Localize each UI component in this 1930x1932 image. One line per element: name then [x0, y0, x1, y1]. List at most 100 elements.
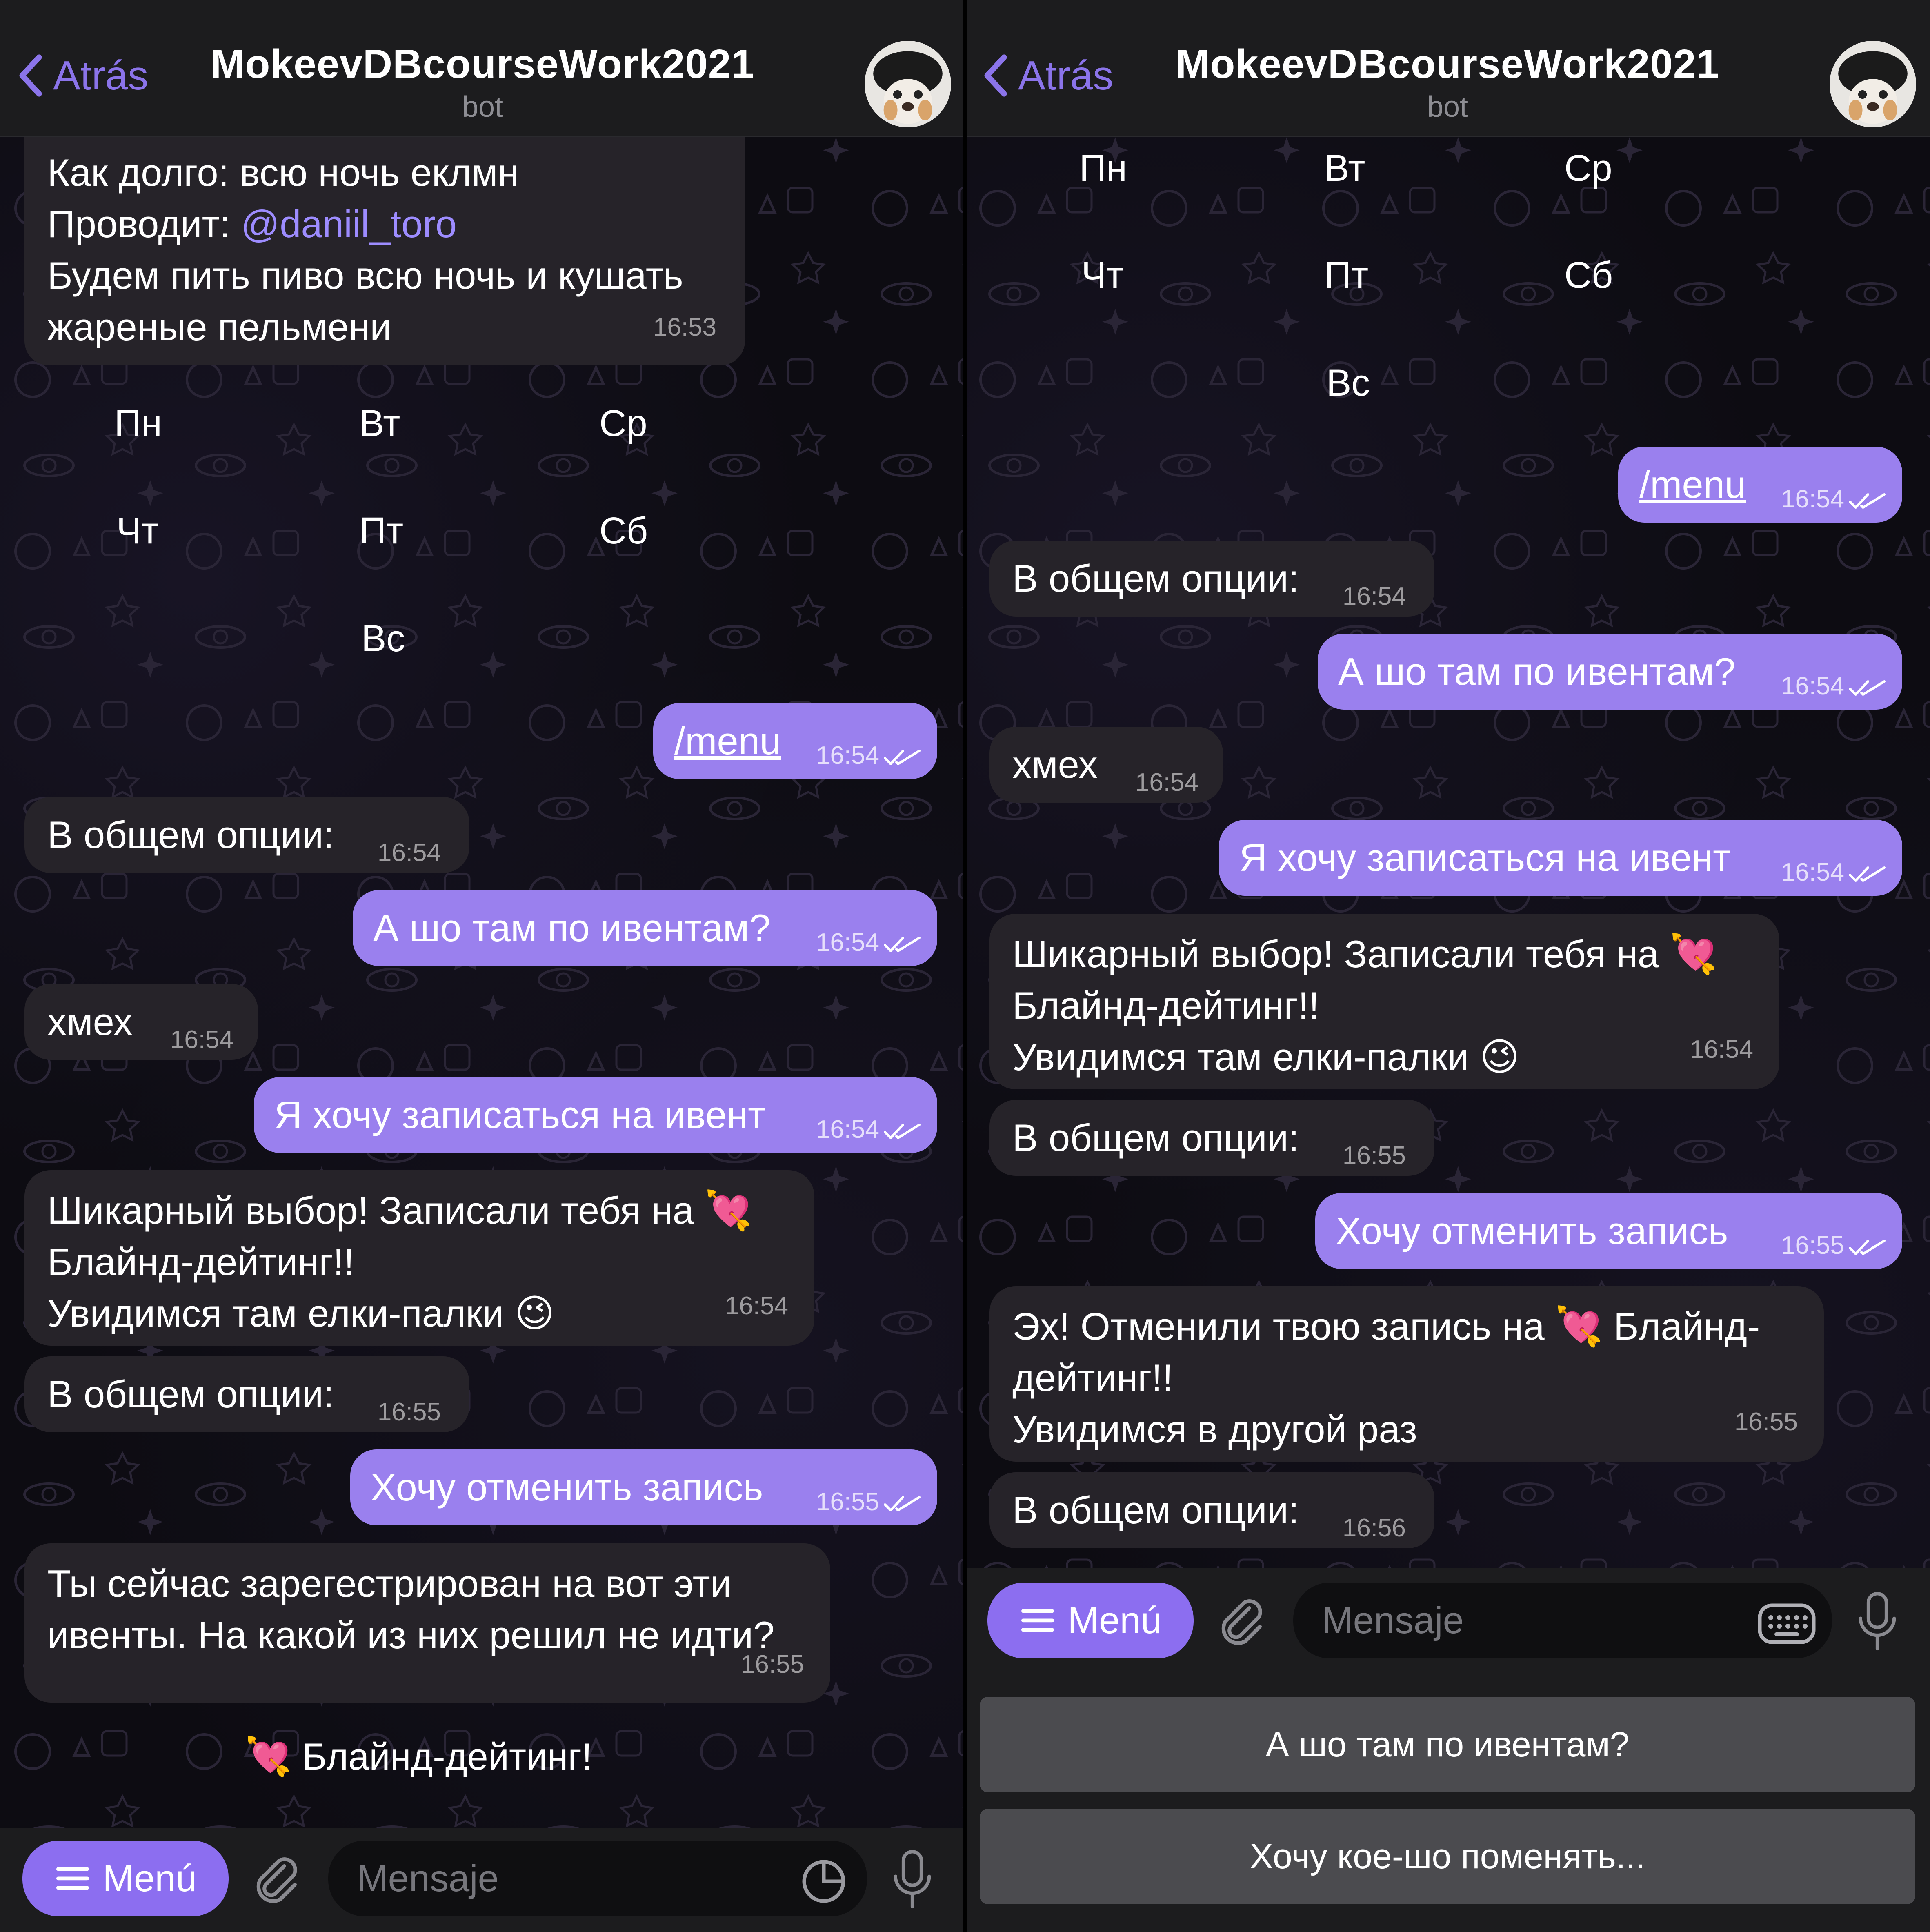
chat-title: MokeevDBcourseWork2021: [1176, 41, 1719, 87]
reply-keyboard: А шо там по ивентам? Хочу кое-шо поменят…: [965, 1674, 1930, 1932]
event-host-prefix: Проводит:: [47, 203, 241, 245]
message-input[interactable]: Mensaje: [328, 1841, 867, 1916]
bot-avatar[interactable]: [1830, 41, 1916, 127]
day-button-fri[interactable]: Пт: [1324, 254, 1368, 297]
double-check-icon: [1848, 1237, 1886, 1258]
message-outgoing[interactable]: Хочу отменить запись 16:55: [1315, 1193, 1902, 1269]
message-text: В общем опции:: [47, 1373, 334, 1416]
message-incoming[interactable]: В общем опции: 16:54: [989, 541, 1434, 617]
message-time: 16:55: [1781, 1231, 1844, 1260]
message-incoming[interactable]: В общем опции: 16:55: [989, 1100, 1434, 1176]
day-button-sat[interactable]: Сб: [599, 510, 648, 552]
chat-title-area[interactable]: MokeevDBcourseWork2021 bot: [965, 41, 1930, 124]
message-text: Я хочу записаться на ивент: [1239, 836, 1731, 879]
input-bar: Menú Mensaje: [0, 1828, 965, 1932]
sticker-icon[interactable]: [799, 1857, 848, 1906]
day-button-fri[interactable]: Пт: [359, 510, 403, 552]
message-text: Хочу отменить запись: [371, 1466, 763, 1509]
day-button-sat[interactable]: Сб: [1564, 254, 1613, 297]
right-chat-panel: Atrás MokeevDBcourseWork2021 bot Пн Вт С…: [965, 0, 1930, 1932]
keyboard-icon[interactable]: [1756, 1601, 1817, 1646]
menu-label: Menú: [102, 1857, 197, 1899]
double-check-icon: [1848, 678, 1886, 698]
message-incoming[interactable]: Шикарный выбор! Записали тебя на 💘 Блайн…: [989, 914, 1779, 1089]
command-link[interactable]: /menu: [1639, 459, 1746, 510]
day-button-tue[interactable]: Вт: [1324, 147, 1365, 190]
paperclip-icon[interactable]: [250, 1853, 303, 1906]
message-time: 16:54: [377, 839, 441, 867]
double-check-icon: [883, 747, 921, 768]
message-text: хмех: [1012, 743, 1098, 786]
microphone-icon[interactable]: [1855, 1590, 1900, 1654]
message-time-status: 16:54: [1781, 474, 1886, 525]
message-event-info[interactable]: Как долго: всю ночь еклмн Проводит: @dan…: [24, 122, 745, 365]
microphone-icon[interactable]: [890, 1848, 935, 1912]
message-time-status: 16:54: [1781, 661, 1886, 712]
keyboard-button-change[interactable]: Хочу кое-шо поменять...: [980, 1809, 1915, 1904]
keyboard-button-events[interactable]: А шо там по ивентам?: [980, 1697, 1915, 1792]
message-text: хмех: [47, 1000, 133, 1043]
message-incoming[interactable]: Ты сейчас зарегестрирован на вот эти иве…: [24, 1543, 830, 1703]
input-bar: Menú Mensaje: [965, 1568, 1930, 1674]
message-input[interactable]: Mensaje: [1293, 1583, 1832, 1658]
message-time: 16:54: [1781, 672, 1844, 700]
message-incoming[interactable]: Эх! Отменили твою запись на 💘 Блайнд- де…: [989, 1286, 1824, 1462]
day-button-sun[interactable]: Вс: [1326, 362, 1370, 405]
message-outgoing[interactable]: /menu 16:54: [653, 703, 937, 779]
double-check-icon: [883, 934, 921, 955]
message-text-line: дейтинг!!: [1012, 1356, 1173, 1399]
menu-button[interactable]: Menú: [987, 1583, 1194, 1658]
day-button-wed[interactable]: Ср: [1564, 147, 1612, 190]
menu-button[interactable]: Menú: [22, 1841, 229, 1916]
message-time: 16:53: [653, 313, 716, 341]
day-button-thu[interactable]: Чт: [1081, 254, 1123, 297]
message-incoming[interactable]: хмех 16:54: [24, 984, 258, 1060]
day-button-wed[interactable]: Ср: [599, 402, 647, 445]
message-text: В общем опции:: [47, 813, 334, 856]
chat-title-area[interactable]: MokeevDBcourseWork2021 bot: [0, 41, 965, 124]
message-incoming[interactable]: хмех 16:54: [989, 727, 1223, 803]
message-outgoing[interactable]: А шо там по ивентам? 16:54: [353, 890, 937, 966]
chat-title: MokeevDBcourseWork2021: [211, 41, 754, 87]
message-outgoing[interactable]: Я хочу записаться на ивент 16:54: [254, 1077, 937, 1153]
host-username-link[interactable]: @daniil_toro: [241, 203, 457, 245]
chat-subtitle: bot: [1427, 91, 1468, 123]
message-time: 16:54: [816, 741, 879, 770]
chat-header: Atrás MokeevDBcourseWork2021 bot: [0, 0, 965, 137]
day-button-mon[interactable]: Пн: [1079, 147, 1127, 190]
message-time: 16:54: [1342, 582, 1406, 610]
message-incoming[interactable]: В общем опции: 16:55: [24, 1356, 469, 1432]
message-text-line: Шикарный выбор! Записали тебя на 💘: [1012, 933, 1718, 975]
message-input-placeholder: Mensaje: [357, 1857, 499, 1899]
double-check-icon: [1848, 864, 1886, 884]
command-link[interactable]: /menu: [674, 715, 781, 767]
day-button-mon[interactable]: Пн: [114, 402, 162, 445]
message-outgoing[interactable]: Хочу отменить запись 16:55: [350, 1449, 937, 1525]
menu-label: Menú: [1067, 1599, 1162, 1641]
bot-avatar[interactable]: [865, 41, 951, 127]
message-incoming[interactable]: Шикарный выбор! Записали тебя на 💘 Блайн…: [24, 1170, 814, 1346]
message-text-line: Увидимся там елки-палки 😉: [1012, 1035, 1520, 1078]
message-time: 16:54: [1781, 485, 1844, 513]
panel-divider: [963, 0, 967, 1932]
event-host-line: Проводит: @daniil_toro: [47, 198, 457, 250]
message-outgoing[interactable]: /menu 16:54: [1618, 447, 1902, 523]
message-outgoing[interactable]: Я хочу записаться на ивент 16:54: [1219, 820, 1902, 896]
message-outgoing[interactable]: А шо там по ивентам? 16:54: [1318, 634, 1902, 710]
hamburger-icon: [1019, 1606, 1056, 1635]
message-text: В общем опции:: [1012, 1489, 1299, 1531]
double-check-icon: [883, 1494, 921, 1514]
message-time: 16:55: [1734, 1408, 1798, 1436]
event-option-button[interactable]: 💘 Блайнд-дейтинг!: [245, 1735, 592, 1779]
day-button-sun[interactable]: Вс: [361, 617, 405, 660]
message-text: Я хочу записаться на ивент: [274, 1093, 766, 1136]
paperclip-icon[interactable]: [1215, 1595, 1268, 1648]
day-button-thu[interactable]: Чт: [116, 510, 158, 552]
day-button-tue[interactable]: Вт: [359, 402, 400, 445]
message-time: 16:54: [170, 1026, 233, 1054]
message-incoming[interactable]: В общем опции: 16:54: [24, 797, 469, 873]
event-duration-text: Как долго: всю ночь еклмн: [47, 151, 519, 194]
message-text-line: Увидимся там елки-палки 😉: [47, 1292, 555, 1335]
message-text-line: Блайнд-дейтинг!!: [47, 1240, 354, 1283]
message-incoming[interactable]: В общем опции: 16:56: [989, 1472, 1434, 1548]
